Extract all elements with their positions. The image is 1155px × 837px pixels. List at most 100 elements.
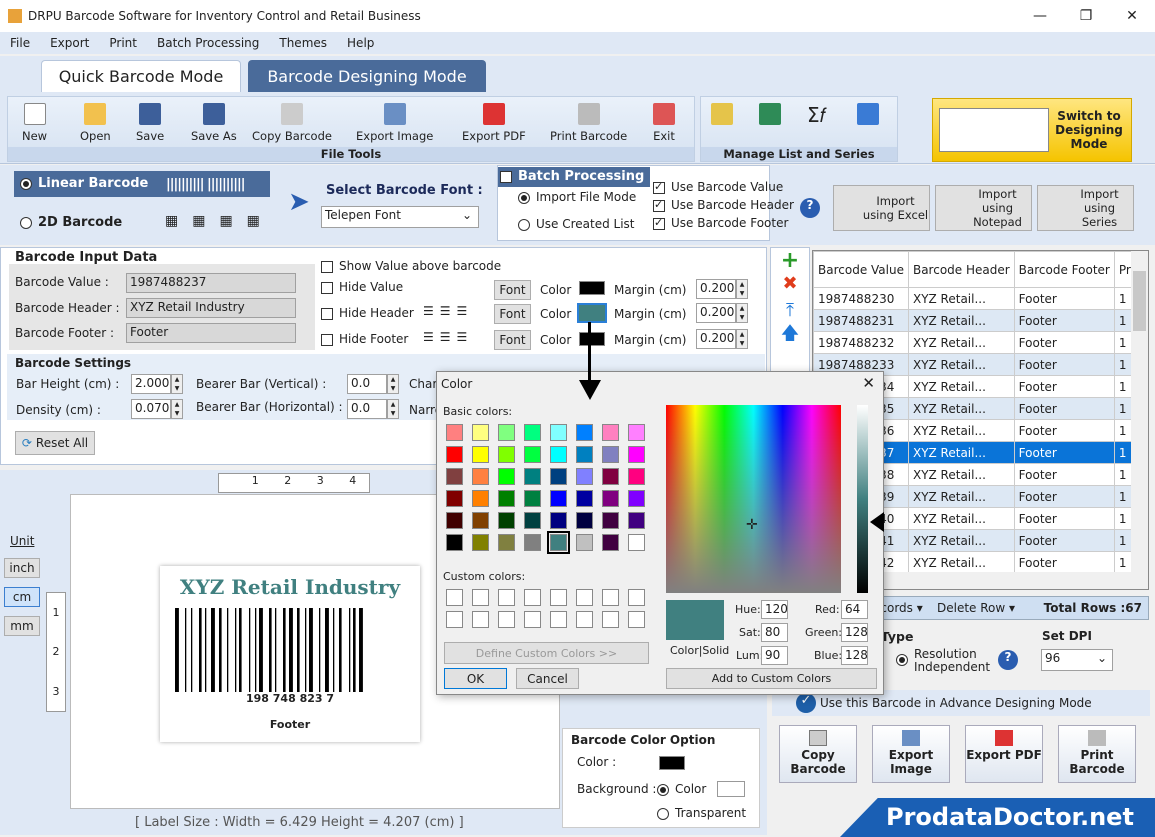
bg-color-swatch[interactable] [717, 781, 745, 797]
menu-export[interactable]: Export [40, 36, 99, 50]
custom-color-swatch[interactable] [628, 611, 645, 628]
value-color-swatch[interactable] [579, 281, 605, 295]
basic-color-swatch[interactable] [446, 424, 463, 441]
menu-help[interactable]: Help [337, 36, 384, 50]
basic-color-swatch[interactable] [628, 446, 645, 463]
basic-color-swatch[interactable] [446, 468, 463, 485]
basic-color-swatch[interactable] [547, 531, 570, 554]
basic-color-swatch[interactable] [576, 424, 593, 441]
exit-button[interactable]: Exit [653, 103, 675, 143]
basic-color-swatch[interactable] [602, 534, 619, 551]
bearer-h-input[interactable]: 0.0 [347, 399, 387, 419]
unit-cm-button[interactable]: cm [4, 587, 40, 607]
custom-color-swatch[interactable] [602, 589, 619, 606]
bearer-v-input[interactable]: 0.0 [347, 374, 387, 394]
table-cell[interactable]: XYZ Retail... [907, 419, 1015, 442]
footer-margin-input[interactable]: 0.200 [696, 329, 736, 349]
custom-color-swatch[interactable] [498, 589, 515, 606]
table-cell[interactable]: Footer [1013, 529, 1115, 552]
basic-color-swatch[interactable] [446, 490, 463, 507]
switch-designing-button[interactable]: Switch to Designing Mode [932, 98, 1132, 162]
basic-color-swatch[interactable] [498, 446, 515, 463]
custom-color-swatch[interactable] [498, 611, 515, 628]
header-margin-spinner[interactable]: ▲ ▼ [736, 303, 748, 323]
hue-input[interactable]: 120 [761, 600, 788, 619]
basic-color-swatch[interactable] [550, 512, 567, 529]
bg-color-radio[interactable]: Color [657, 782, 706, 796]
table-cell[interactable]: XYZ Retail... [907, 485, 1015, 508]
import-series-button[interactable]: Import using Series [1037, 185, 1134, 231]
print-barcode-button[interactable]: Print Barcode [550, 103, 627, 143]
basic-color-swatch[interactable] [498, 534, 515, 551]
table-cell[interactable]: XYZ Retail... [907, 441, 1015, 464]
barcode-value-input[interactable]: 1987488237 [126, 273, 296, 293]
custom-color-swatch[interactable] [628, 589, 645, 606]
close-button[interactable]: ✕ [1109, 0, 1155, 32]
basic-color-swatch[interactable] [628, 424, 645, 441]
header-font-button[interactable]: Font [494, 304, 531, 324]
copy-barcode-button[interactable]: Copy Barcode [252, 103, 332, 143]
basic-color-swatch[interactable] [446, 534, 463, 551]
ok-button[interactable]: OK [444, 668, 507, 689]
basic-color-swatch[interactable] [550, 446, 567, 463]
basic-color-swatch[interactable] [498, 424, 515, 441]
custom-color-swatch[interactable] [524, 611, 541, 628]
table-cell[interactable]: Footer [1013, 463, 1115, 486]
barcode-header-input[interactable]: XYZ Retail Industry [126, 298, 296, 318]
table-cell[interactable]: Footer [1013, 397, 1115, 420]
unit-inch-button[interactable]: inch [4, 558, 40, 578]
open-button[interactable]: Open [80, 103, 111, 143]
save-as-button[interactable]: Save As [191, 103, 237, 143]
table-cell[interactable]: Footer [1013, 441, 1115, 464]
green-input[interactable]: 128 [841, 623, 868, 642]
bearer-h-spinner[interactable]: ▲ ▼ [387, 399, 399, 419]
export-image-action[interactable]: Export Image [872, 725, 950, 783]
2d-barcode-option[interactable]: 2D Barcode [20, 215, 122, 230]
basic-color-swatch[interactable] [472, 534, 489, 551]
table-cell[interactable]: XYZ Retail... [907, 463, 1015, 486]
menu-file[interactable]: File [0, 36, 40, 50]
import-excel-button[interactable]: Import using Excel [833, 185, 930, 231]
barcode-label[interactable]: XYZ Retail Industry 198 748 823 7 Footer [160, 566, 420, 742]
bar-height-input[interactable]: 2.000 [131, 374, 171, 394]
unit-mm-button[interactable]: mm [4, 616, 40, 636]
vertical-scrollbar[interactable] [1131, 251, 1148, 573]
custom-color-swatch[interactable] [472, 611, 489, 628]
custom-color-swatch[interactable] [576, 589, 593, 606]
value-margin-input[interactable]: 0.200 [696, 279, 736, 299]
custom-color-swatch[interactable] [602, 611, 619, 628]
basic-color-swatch[interactable] [628, 534, 645, 551]
table-cell[interactable]: Footer [1013, 485, 1115, 508]
maximize-button[interactable]: ❐ [1063, 0, 1109, 32]
batch-processing-toggle[interactable]: Batch Processing [498, 167, 650, 187]
barcode-footer-input[interactable]: Footer [126, 323, 296, 343]
basic-color-swatch[interactable] [550, 490, 567, 507]
import-notepad-button[interactable]: Import using Notepad [935, 185, 1032, 231]
basic-color-swatch[interactable] [576, 534, 593, 551]
custom-color-swatch[interactable] [472, 589, 489, 606]
dialog-close-button[interactable]: ✕ [862, 374, 875, 392]
basic-color-swatch[interactable] [524, 534, 541, 551]
table-cell[interactable]: Footer [1013, 375, 1115, 398]
footer-color-swatch[interactable] [579, 332, 605, 346]
menu-themes[interactable]: Themes [269, 36, 337, 50]
basic-color-swatch[interactable] [576, 512, 593, 529]
minimize-button[interactable]: — [1017, 0, 1063, 32]
density-input[interactable]: 0.070 [131, 399, 171, 419]
luminosity-slider[interactable] [857, 405, 868, 593]
table-row[interactable]: 1987488232 XYZ Retail... Footer 1 [813, 331, 1148, 354]
table-cell[interactable]: XYZ Retail... [907, 331, 1015, 354]
use-footer-checkbox[interactable]: Use Barcode Footer [653, 216, 788, 230]
basic-color-swatch[interactable] [524, 446, 541, 463]
basic-color-swatch[interactable] [602, 512, 619, 529]
blue-input[interactable]: 128 [841, 646, 868, 665]
basic-color-swatch[interactable] [524, 512, 541, 529]
new-button[interactable]: New [22, 103, 47, 143]
basic-color-swatch[interactable] [576, 468, 593, 485]
hide-footer-checkbox[interactable]: Hide Footer [321, 332, 408, 346]
menu-batch[interactable]: Batch Processing [147, 36, 269, 50]
delete-row-icon[interactable]: ✖ [771, 273, 809, 294]
export-pdf-button[interactable]: Export PDF [462, 103, 526, 143]
font-select[interactable]: Telepen Font ⌄ [321, 206, 479, 228]
table-cell[interactable]: 1987488230 [813, 287, 909, 310]
